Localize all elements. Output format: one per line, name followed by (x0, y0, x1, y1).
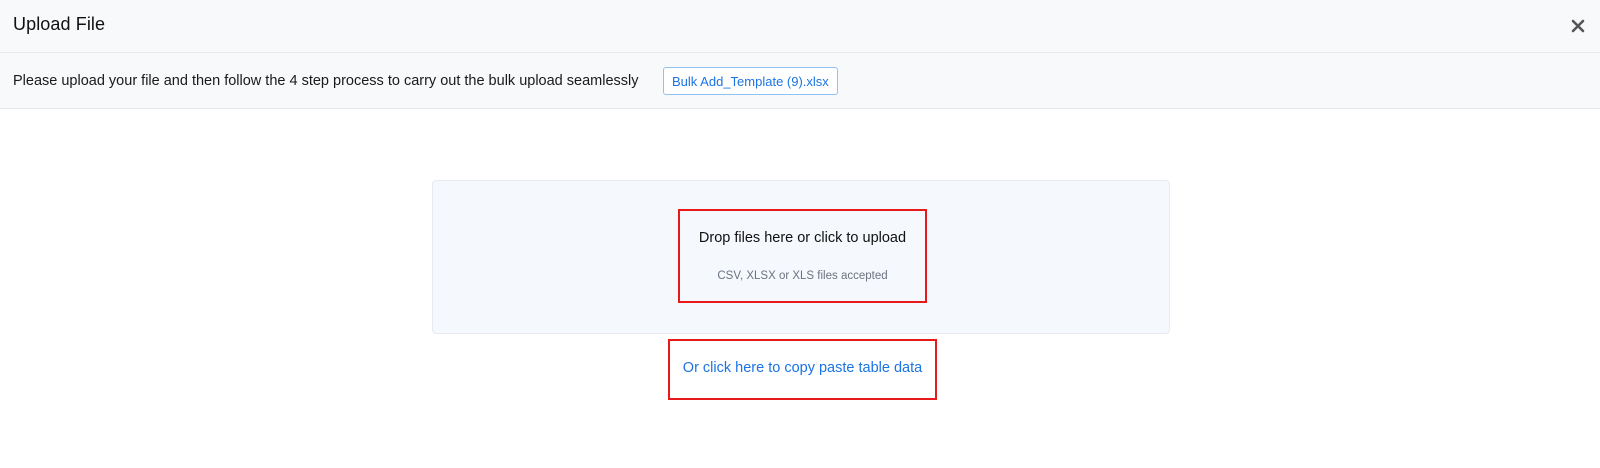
template-download-link[interactable]: Bulk Add_Template (9).xlsx (663, 67, 838, 95)
info-bar: Please upload your file and then follow … (0, 53, 1600, 109)
instructions-text: Please upload your file and then follow … (13, 73, 639, 89)
close-button[interactable] (1566, 14, 1590, 38)
page-title: Upload File (13, 14, 106, 34)
close-icon (1571, 19, 1585, 33)
modal-header: Upload File (0, 0, 1600, 53)
paste-table-data-link[interactable]: Or click here to copy paste table data (668, 360, 937, 376)
highlight-box-dropzone (678, 209, 927, 303)
dropzone-title: Drop files here or click to upload (698, 230, 907, 246)
dropzone-subtitle: CSV, XLSX or XLS files accepted (717, 270, 888, 282)
